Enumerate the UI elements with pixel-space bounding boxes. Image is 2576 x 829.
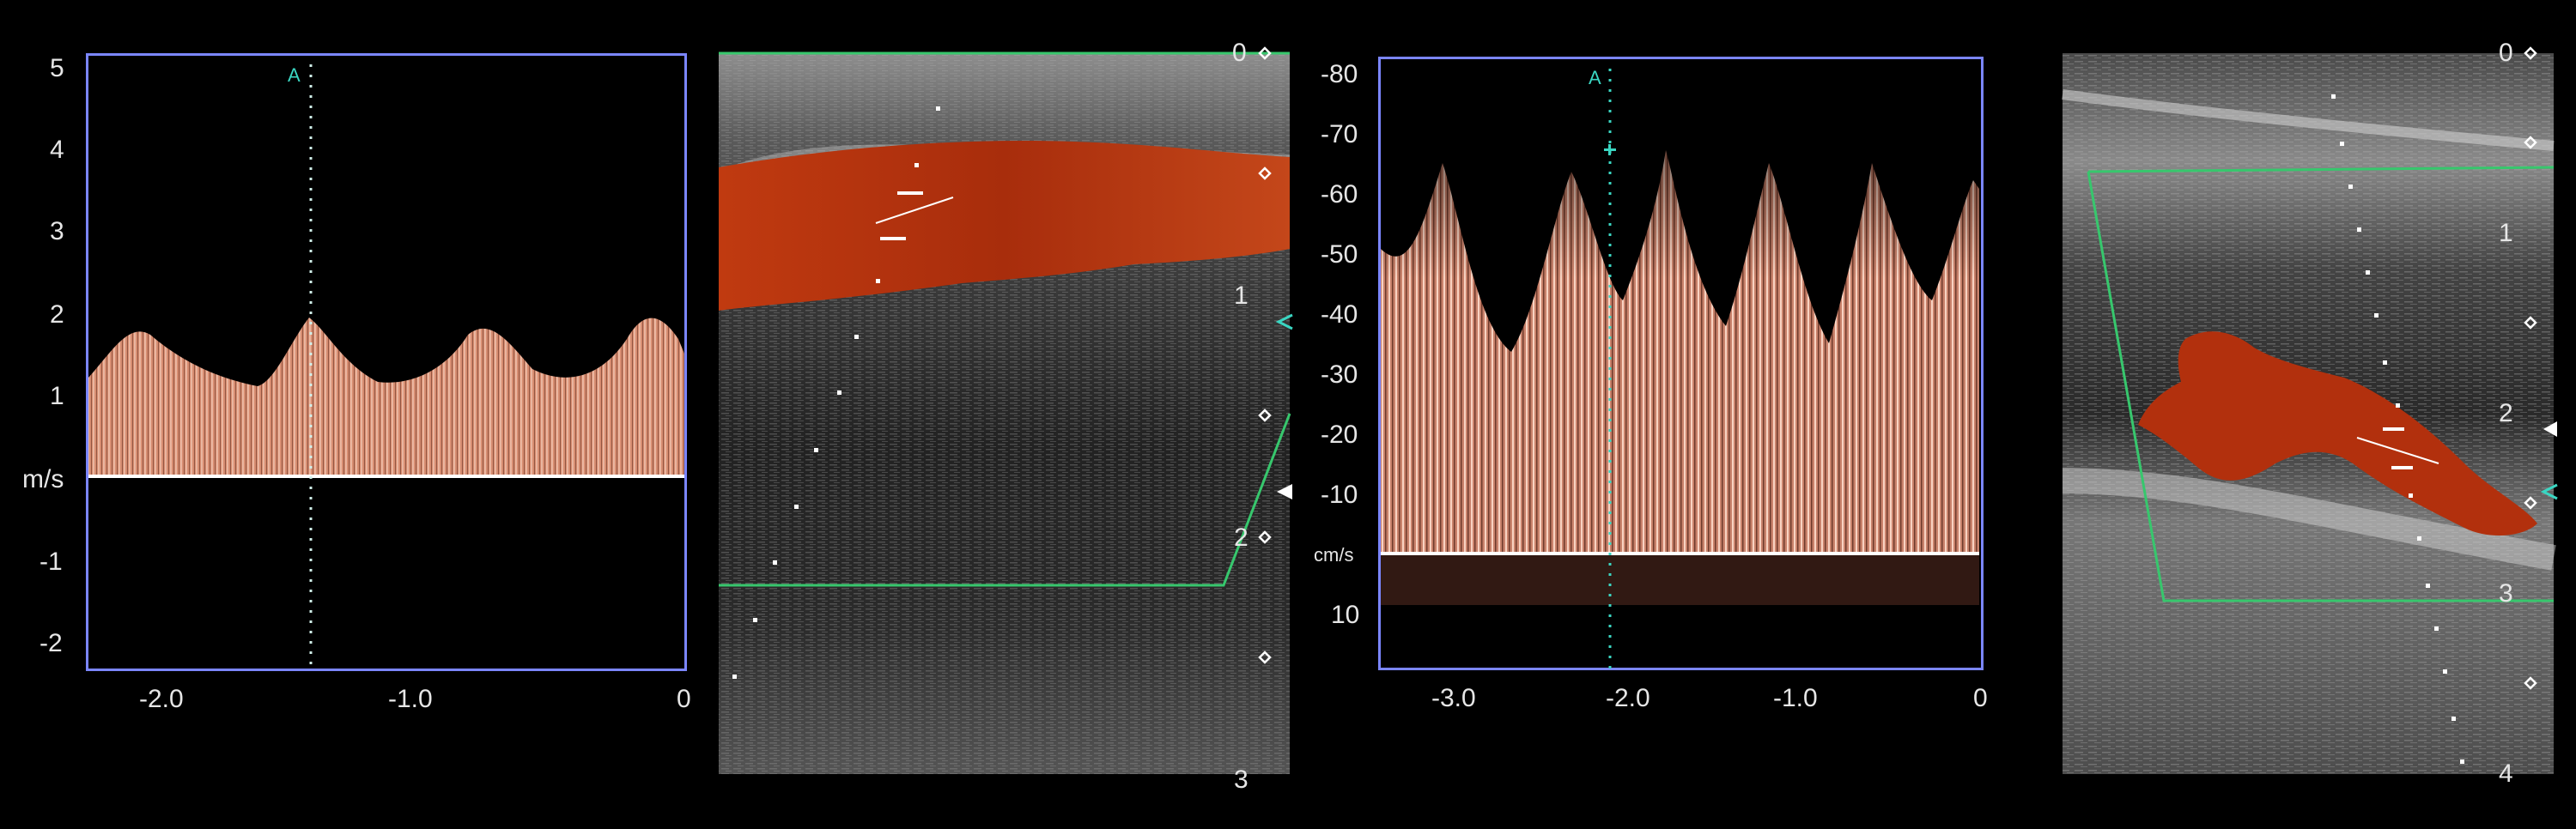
depth-tick: 1 <box>2499 219 2513 247</box>
depth-tick: 2 <box>2499 399 2513 427</box>
depth-tick: 3 <box>2499 579 2513 608</box>
depth-tick: 4 <box>2499 759 2513 788</box>
depth-tick: 0 <box>2499 39 2513 67</box>
bmode-image <box>2062 46 2558 774</box>
